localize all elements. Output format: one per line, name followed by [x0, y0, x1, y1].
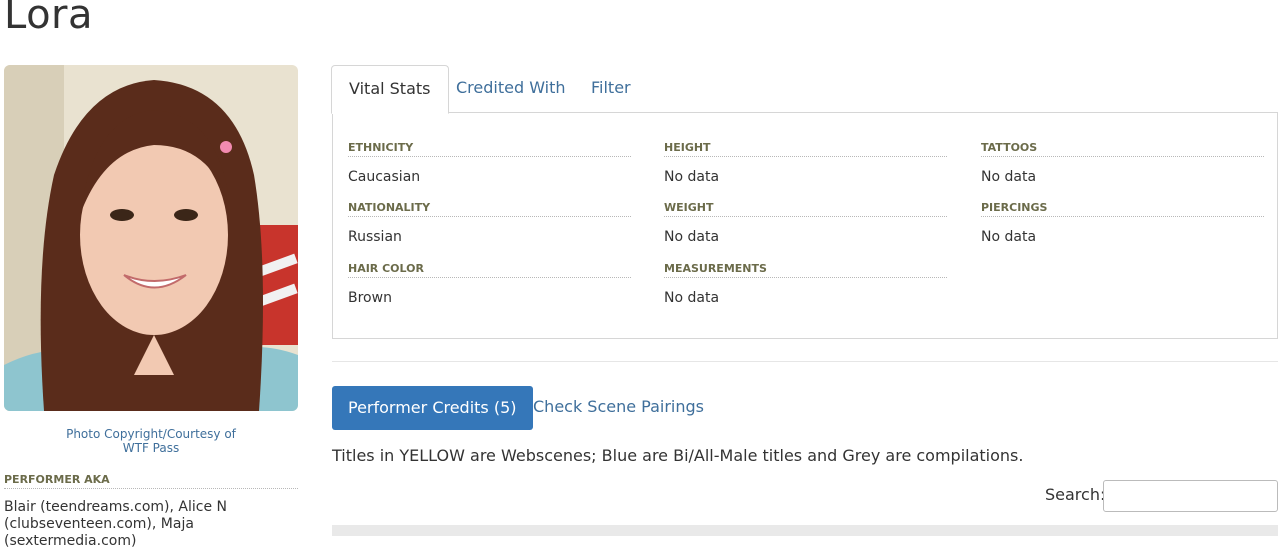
stat-value: No data: [664, 290, 720, 306]
vital-stats-panel: ETHNICITY Caucasian NATIONALITY Russian …: [332, 112, 1278, 339]
stat-label: MEASUREMENTS: [664, 262, 947, 278]
tab-filter[interactable]: Filter: [574, 65, 648, 111]
check-scene-pairings-link[interactable]: Check Scene Pairings: [533, 397, 704, 416]
stat-label: NATIONALITY: [348, 201, 631, 217]
search-input[interactable]: [1103, 480, 1278, 512]
stat-value: No data: [664, 229, 720, 245]
stat-weight: WEIGHT No data: [664, 201, 947, 245]
aka-heading: PERFORMER AKA: [4, 473, 298, 489]
credits-legend: Titles in YELLOW are Webscenes; Blue are…: [332, 446, 1024, 465]
photo-credit: Photo Copyright/Courtesy of WTF Pass: [4, 427, 298, 455]
profile-tabs: Vital Stats Credited With Filter: [331, 65, 1279, 114]
stat-piercings: PIERCINGS No data: [981, 201, 1264, 245]
stat-value: No data: [981, 229, 1037, 245]
stat-value: Russian: [348, 229, 402, 245]
stat-label: ETHNICITY: [348, 141, 631, 157]
page-title: Lora: [4, 0, 94, 38]
stat-hair-color: HAIR COLOR Brown: [348, 262, 631, 306]
performer-photo[interactable]: [4, 65, 298, 411]
stat-value: Caucasian: [348, 169, 421, 185]
search-label: Search:: [1045, 485, 1106, 504]
stat-label: HAIR COLOR: [348, 262, 631, 278]
stat-nationality: NATIONALITY Russian: [348, 201, 631, 245]
stat-label: PIERCINGS: [981, 201, 1264, 217]
stat-value: Brown: [348, 290, 392, 306]
stat-height: HEIGHT No data: [664, 141, 947, 185]
photo-credit-line-2[interactable]: WTF Pass: [4, 441, 298, 455]
stat-label: HEIGHT: [664, 141, 947, 157]
photo-credit-line-1: Photo Copyright/Courtesy of: [66, 427, 236, 441]
performer-credits-button[interactable]: Performer Credits (5): [332, 386, 533, 430]
stat-label: TATTOOS: [981, 141, 1264, 157]
section-divider: [332, 361, 1278, 362]
tab-credited-with[interactable]: Credited With: [439, 65, 583, 111]
stat-ethnicity: ETHNICITY Caucasian: [348, 141, 631, 185]
tab-vital-stats[interactable]: Vital Stats: [331, 65, 449, 114]
stat-value: No data: [981, 169, 1037, 185]
photo-image: [4, 65, 298, 411]
stat-value: No data: [664, 169, 720, 185]
stat-label: WEIGHT: [664, 201, 947, 217]
stat-tattoos: TATTOOS No data: [981, 141, 1264, 185]
credits-table-header: [332, 525, 1278, 536]
stat-measurements: MEASUREMENTS No data: [664, 262, 947, 306]
aka-text: Blair (teendreams.com), Alice N (clubsev…: [4, 499, 227, 549]
